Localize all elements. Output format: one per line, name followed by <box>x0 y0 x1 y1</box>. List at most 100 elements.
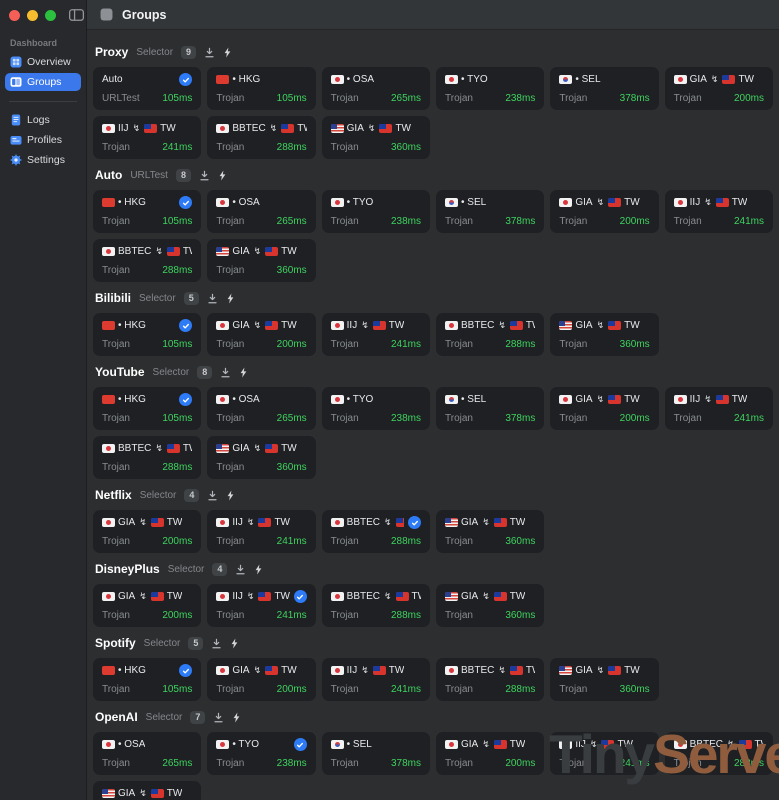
latency-test-download-icon[interactable] <box>207 293 218 304</box>
proxy-node-card-sel[interactable]: • SEL Trojan 378ms <box>322 732 430 775</box>
tw-flag-icon <box>265 444 278 453</box>
speed-test-bolt-icon[interactable] <box>239 367 248 378</box>
groups-icon <box>10 76 22 88</box>
proxy-node-card-gia_us[interactable]: GIA↯TW Trojan 360ms <box>436 510 544 553</box>
selected-check-icon <box>294 590 307 603</box>
sidebar-toggle-icon[interactable] <box>69 9 84 21</box>
proxy-node-card-iij[interactable]: IIJ↯TW Trojan 241ms <box>322 313 430 356</box>
proxy-node-card-osa[interactable]: • OSA Trojan 265ms <box>93 732 201 775</box>
sidebar-item-groups[interactable]: Groups <box>5 73 81 91</box>
zoom-window-button[interactable] <box>45 10 56 21</box>
speed-test-bolt-icon[interactable] <box>232 712 241 723</box>
node-name: • SEL <box>445 394 486 405</box>
proxy-node-card-gia_us[interactable]: GIA↯TW Trojan 360ms <box>550 658 658 701</box>
latency-test-download-icon[interactable] <box>207 490 218 501</box>
speed-test-bolt-icon[interactable] <box>226 293 235 304</box>
group-header: DisneyPlus Selector 4 <box>95 561 773 577</box>
speed-test-bolt-icon[interactable] <box>218 170 227 181</box>
proxy-node-card-iij[interactable]: IIJ↯TW Trojan 241ms <box>93 116 201 159</box>
proxy-node-card-osa[interactable]: • OSA Trojan 265ms <box>207 387 315 430</box>
proxy-node-card-bbtec[interactable]: BBTEC↯TW Trojan 288ms <box>93 436 201 479</box>
node-name-text: TW <box>167 788 183 799</box>
latency-test-download-icon[interactable] <box>220 367 231 378</box>
proxy-node-card-gia_us[interactable]: GIA↯TW Trojan 360ms <box>207 436 315 479</box>
latency-test-download-icon[interactable] <box>204 47 215 58</box>
proxy-node-card-hkg[interactable]: • HKG Trojan 105ms <box>93 387 201 430</box>
proxy-node-card-gia_jp[interactable]: GIA↯TW Trojan 200ms <box>436 732 544 775</box>
group-type-label: Selector <box>139 293 176 304</box>
latency-test-download-icon[interactable] <box>199 170 210 181</box>
proxy-node-card-gia_jp[interactable]: GIA↯TW Trojan 200ms <box>207 658 315 701</box>
latency-test-download-icon[interactable] <box>211 638 222 649</box>
sidebar-item-settings[interactable]: Settings <box>5 151 81 169</box>
proxy-node-card-auto[interactable]: Auto URLTest 105ms <box>93 67 201 110</box>
proxy-node-card-osa[interactable]: • OSA Trojan 265ms <box>322 67 430 110</box>
node-latency: 105ms <box>162 217 192 227</box>
speed-test-bolt-icon[interactable] <box>226 490 235 501</box>
proxy-node-card-osa[interactable]: • OSA Trojan 265ms <box>207 190 315 233</box>
proxy-node-card-tyo[interactable]: • TYO Trojan 238ms <box>207 732 315 775</box>
node-name: GIA↯TW <box>559 665 639 676</box>
proxy-node-card-gia_us[interactable]: GIA↯TW Trojan 360ms <box>93 781 201 800</box>
relay-arrow: ↯ <box>704 394 712 405</box>
proxy-node-card-gia_jp[interactable]: GIA↯TW Trojan 200ms <box>550 387 658 430</box>
node-type: Trojan <box>559 685 587 695</box>
proxy-node-card-iij[interactable]: IIJ↯TW Trojan 241ms <box>207 584 315 627</box>
node-type: Trojan <box>674 94 702 104</box>
node-type: Trojan <box>674 414 702 424</box>
tw-flag-icon <box>151 518 164 527</box>
node-name-text: TW <box>167 591 183 602</box>
proxy-node-card-hkg[interactable]: • HKG Trojan 105ms <box>93 313 201 356</box>
proxy-node-card-gia_jp[interactable]: GIA↯TW Trojan 200ms <box>665 67 773 110</box>
sidebar-item-profiles[interactable]: Profiles <box>5 131 81 149</box>
node-type: Trojan <box>559 340 587 350</box>
proxy-node-card-sel[interactable]: • SEL Trojan 378ms <box>436 190 544 233</box>
proxy-node-card-tyo[interactable]: • TYO Trojan 238ms <box>322 387 430 430</box>
sidebar-item-overview[interactable]: Overview <box>5 53 81 71</box>
proxy-node-card-hkg[interactable]: • HKG Trojan 105ms <box>93 658 201 701</box>
relay-arrow: ↯ <box>139 591 147 602</box>
proxy-node-card-gia_us[interactable]: GIA↯TW Trojan 360ms <box>207 239 315 282</box>
minimize-window-button[interactable] <box>27 10 38 21</box>
proxy-node-card-gia_jp[interactable]: GIA↯TW Trojan 200ms <box>550 190 658 233</box>
proxy-node-card-gia_us[interactable]: GIA↯TW Trojan 360ms <box>436 584 544 627</box>
proxy-node-card-iij[interactable]: IIJ↯TW Trojan 241ms <box>322 658 430 701</box>
proxy-node-card-iij[interactable]: IIJ↯TW Trojan 241ms <box>207 510 315 553</box>
proxy-node-card-gia_us[interactable]: GIA↯TW Trojan 360ms <box>322 116 430 159</box>
proxy-node-card-sel[interactable]: • SEL Trojan 378ms <box>436 387 544 430</box>
proxy-node-card-bbtec[interactable]: BBTEC↯TW Trojan 288ms <box>93 239 201 282</box>
node-latency: 105ms <box>162 340 192 350</box>
latency-test-download-icon[interactable] <box>213 712 224 723</box>
proxy-node-card-gia_us[interactable]: GIA↯TW Trojan 360ms <box>550 313 658 356</box>
proxy-node-card-iij[interactable]: IIJ↯TW Trojan 241ms <box>550 732 658 775</box>
proxy-node-card-bbtec[interactable]: BBTEC↯TW Trojan 288ms <box>322 510 430 553</box>
proxy-node-card-iij[interactable]: IIJ↯TW Trojan 241ms <box>665 387 773 430</box>
sidebar-item-label: Groups <box>27 76 61 88</box>
proxy-node-card-tyo[interactable]: • TYO Trojan 238ms <box>436 67 544 110</box>
proxy-node-card-bbtec[interactable]: BBTEC↯TW Trojan 288ms <box>665 732 773 775</box>
speed-test-bolt-icon[interactable] <box>230 638 239 649</box>
proxy-node-card-gia_jp[interactable]: GIA↯TW Trojan 200ms <box>207 313 315 356</box>
proxy-node-card-gia_jp[interactable]: GIA↯TW Trojan 200ms <box>93 510 201 553</box>
node-latency: 360ms <box>620 685 650 695</box>
proxy-node-card-bbtec[interactable]: BBTEC↯TW Trojan 288ms <box>436 658 544 701</box>
speed-test-bolt-icon[interactable] <box>223 47 232 58</box>
close-window-button[interactable] <box>9 10 20 21</box>
proxy-node-card-bbtec[interactable]: BBTEC↯TW Trojan 288ms <box>322 584 430 627</box>
proxy-node-card-hkg[interactable]: • HKG Trojan 105ms <box>207 67 315 110</box>
sidebar-item-logs[interactable]: Logs <box>5 111 81 129</box>
selected-check-icon <box>408 516 421 529</box>
node-latency: 238ms <box>505 94 535 104</box>
speed-test-bolt-icon[interactable] <box>254 564 263 575</box>
proxy-node-card-hkg[interactable]: • HKG Trojan 105ms <box>93 190 201 233</box>
latency-test-download-icon[interactable] <box>235 564 246 575</box>
node-name-text: TW <box>167 517 183 528</box>
proxy-node-card-iij[interactable]: IIJ↯TW Trojan 241ms <box>665 190 773 233</box>
proxy-node-card-gia_jp[interactable]: GIA↯TW Trojan 200ms <box>93 584 201 627</box>
node-name-text: BBTEC <box>461 320 494 331</box>
proxy-node-card-tyo[interactable]: • TYO Trojan 238ms <box>322 190 430 233</box>
proxy-node-card-bbtec[interactable]: BBTEC↯TW Trojan 288ms <box>436 313 544 356</box>
proxy-node-card-bbtec[interactable]: BBTEC↯TW Trojan 288ms <box>207 116 315 159</box>
proxy-node-card-sel[interactable]: • SEL Trojan 378ms <box>550 67 658 110</box>
jp-flag-icon <box>102 740 115 749</box>
